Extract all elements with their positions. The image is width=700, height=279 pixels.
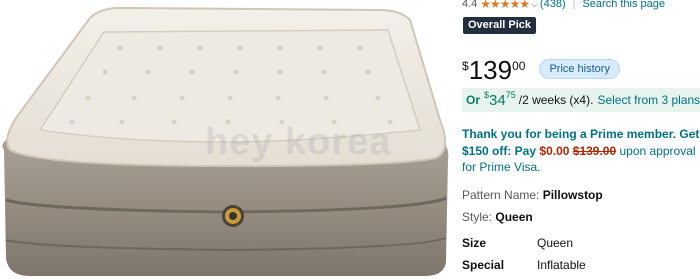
price-currency: $ xyxy=(462,59,469,73)
watermark: hey korea xyxy=(205,121,392,163)
rating-row: 4.4 ★★★★★ ⌵ (438) | Search this page xyxy=(462,0,665,11)
prime-old-price: $139.00 xyxy=(572,143,617,158)
installment-currency: $ xyxy=(484,90,490,100)
prime-new-price: $0.00 xyxy=(539,143,570,158)
product-details: 4.4 ★★★★★ ⌵ (438) | Search this page Ove… xyxy=(462,0,700,279)
rating-value: 4.4 xyxy=(462,0,478,10)
pattern-value: Pillowstop xyxy=(542,188,603,202)
star-rating-icon[interactable]: ★★★★★ xyxy=(480,0,530,11)
select-plans-link[interactable]: Select from 3 plans xyxy=(597,93,700,107)
installment-banner: Or $ 34 75 /2 weeks (x4). Select from 3 … xyxy=(462,88,700,112)
prime-offer-line1: Thank you for being a Prime member. Get xyxy=(462,127,700,141)
product-image[interactable]: hey korea xyxy=(0,0,452,279)
prime-offer[interactable]: Thank you for being a Prime member. Get … xyxy=(462,126,700,176)
chevron-down-icon[interactable]: ⌵ xyxy=(531,0,538,10)
price-fraction: 00 xyxy=(512,59,526,73)
installment-period: /2 weeks (x4). xyxy=(518,93,594,107)
style-value: Queen xyxy=(495,210,533,224)
installment-fraction: 75 xyxy=(505,90,516,100)
spec-label-special: Special xyxy=(462,258,505,272)
installment-whole: 34 xyxy=(489,91,506,109)
style-label: Style: xyxy=(462,210,493,224)
review-count-link[interactable]: (438) xyxy=(540,0,566,10)
prime-offer-amount: $150 off: Pay xyxy=(462,143,537,158)
installment-or: Or xyxy=(466,93,481,107)
search-this-page-link[interactable]: Search this page xyxy=(582,0,665,10)
spec-value-special: Inflatable xyxy=(537,258,586,272)
price: $ 139 00 Price history xyxy=(462,56,620,84)
pattern-label: Pattern Name: xyxy=(462,188,540,202)
overall-pick-badge: Overall Pick xyxy=(463,17,536,34)
spec-label-size: Size xyxy=(462,236,487,250)
style-selection: Style: Queen xyxy=(462,210,533,224)
prime-card: Prime Visa. xyxy=(479,160,541,174)
divider: | xyxy=(572,0,576,10)
spec-value-size: Queen xyxy=(537,236,574,250)
pattern-name: Pattern Name: Pillowstop xyxy=(462,188,603,202)
price-history-button[interactable]: Price history xyxy=(539,59,620,79)
price-whole: 139 xyxy=(468,55,513,85)
